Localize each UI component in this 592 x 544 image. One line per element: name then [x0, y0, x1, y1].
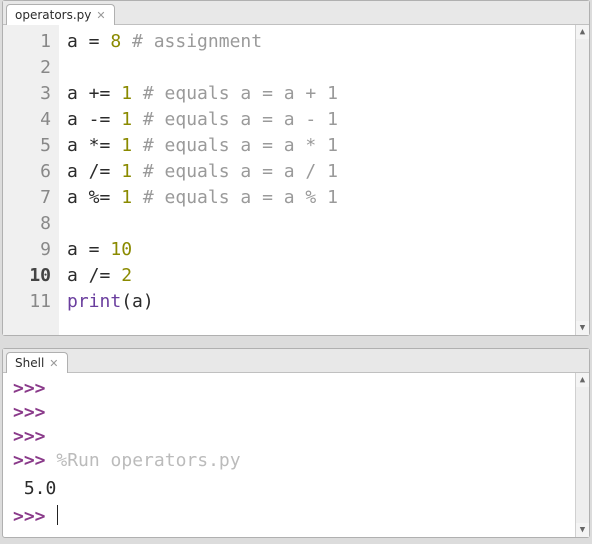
shell-tabrow: Shell ✕	[3, 349, 589, 373]
line-number: 3	[15, 81, 51, 107]
cursor	[57, 505, 58, 525]
scroll-up-icon[interactable]: ▲	[576, 25, 589, 39]
shell-line: >>> %Run operators.py	[13, 449, 581, 473]
line-number: 1	[15, 29, 51, 55]
code-line[interactable]: a = 8 # assignment	[67, 29, 583, 55]
code-line[interactable]: a /= 1 # equals a = a / 1	[67, 159, 583, 185]
editor-tabrow: operators.py ✕	[3, 1, 589, 25]
shell-input-line[interactable]: >>>	[13, 505, 581, 529]
line-number: 2	[15, 55, 51, 81]
line-number: 8	[15, 211, 51, 237]
line-number: 4	[15, 107, 51, 133]
code-line[interactable]: print(a)	[67, 289, 583, 315]
line-number: 6	[15, 159, 51, 185]
shell-line: >>>	[13, 401, 581, 425]
code-line[interactable]: a *= 1 # equals a = a * 1	[67, 133, 583, 159]
shell-panel: Shell ✕ >>>>>> >>> >>> %Run operators.py…	[2, 348, 590, 538]
code-area[interactable]: a = 8 # assignment a += 1 # equals a = a…	[59, 25, 589, 335]
editor-panel: operators.py ✕ 1234567891011 a = 8 # ass…	[2, 0, 590, 336]
code-line[interactable]: a /= 2	[67, 263, 583, 289]
scroll-track[interactable]	[576, 387, 589, 523]
code-line[interactable]: a = 10	[67, 237, 583, 263]
editor-scrollbar[interactable]: ▲ ▼	[575, 25, 589, 335]
line-number: 10	[15, 263, 51, 289]
shell-tab[interactable]: Shell ✕	[6, 352, 68, 373]
code-line[interactable]	[67, 55, 583, 81]
line-number: 9	[15, 237, 51, 263]
shell-output-area[interactable]: >>>>>> >>> >>> %Run operators.py 5.0>>>	[3, 373, 589, 537]
scroll-up-icon[interactable]: ▲	[576, 373, 589, 387]
editor-tab-operators[interactable]: operators.py ✕	[6, 4, 115, 25]
scroll-down-icon[interactable]: ▼	[576, 321, 589, 335]
code-line[interactable]	[67, 211, 583, 237]
line-number: 11	[15, 289, 51, 315]
shell-line: >>>	[13, 425, 581, 449]
shell-tab-label: Shell	[15, 356, 44, 370]
line-number: 7	[15, 185, 51, 211]
editor-body: 1234567891011 a = 8 # assignment a += 1 …	[3, 25, 589, 335]
close-icon[interactable]: ✕	[49, 358, 58, 369]
shell-line: 5.0	[13, 477, 581, 501]
line-number-gutter: 1234567891011	[3, 25, 59, 335]
code-line[interactable]: a %= 1 # equals a = a % 1	[67, 185, 583, 211]
shell-scrollbar[interactable]: ▲ ▼	[575, 373, 589, 537]
line-number: 5	[15, 133, 51, 159]
code-line[interactable]: a -= 1 # equals a = a - 1	[67, 107, 583, 133]
scroll-track[interactable]	[576, 39, 589, 321]
editor-tab-label: operators.py	[15, 8, 91, 22]
close-icon[interactable]: ✕	[96, 10, 105, 21]
shell-line: >>>	[13, 377, 581, 401]
scroll-down-icon[interactable]: ▼	[576, 523, 589, 537]
code-line[interactable]: a += 1 # equals a = a + 1	[67, 81, 583, 107]
